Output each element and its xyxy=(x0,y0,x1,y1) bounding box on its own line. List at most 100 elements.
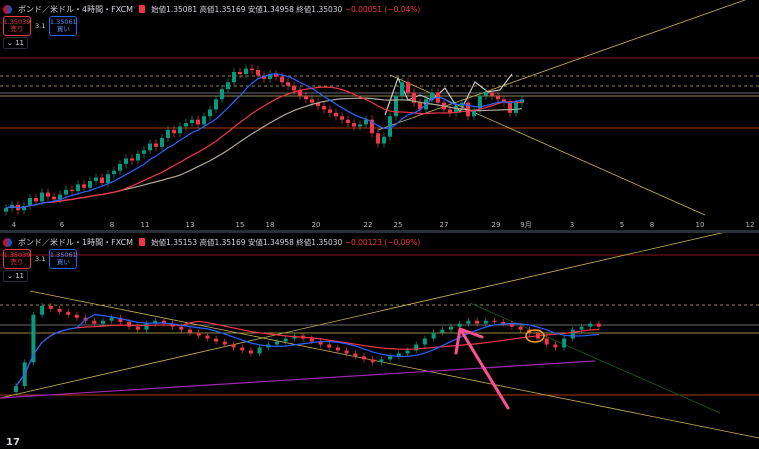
candle-body-1h xyxy=(127,321,132,327)
candle-body-4h xyxy=(352,123,356,127)
candle-body-1h xyxy=(570,329,575,339)
candle-body-4h xyxy=(226,82,230,90)
candle-body-4h xyxy=(112,170,116,175)
candle-body-4h xyxy=(178,126,182,134)
candle-body-1h xyxy=(231,344,236,348)
candle-body-4h xyxy=(322,106,326,110)
sell-button[interactable]: 1.35039 売り xyxy=(3,249,31,269)
chart-pane-4h[interactable]: 4 6 8 11 13 15 18 20 22 25 27 29 9月 3 5 8 10 12 ポンド／米ドル・4… xyxy=(0,0,759,230)
x-tick-label-4h: 8 xyxy=(110,221,114,229)
tradingview-logo[interactable]: 17 xyxy=(6,437,20,448)
candle-body-4h xyxy=(124,158,128,164)
candle-body-4h xyxy=(238,72,242,75)
candle-body-4h xyxy=(250,68,254,70)
indicator-toggle[interactable]: ⌄ 11 xyxy=(3,270,29,282)
x-tick-label-4h: 13 xyxy=(186,221,195,229)
chart-canvas-1h[interactable] xyxy=(0,233,759,449)
trendline-falling-1h xyxy=(29,290,759,439)
candle-body-4h xyxy=(328,109,332,113)
candle-body-4h xyxy=(334,112,338,117)
buy-button[interactable]: 1.35061 買い xyxy=(49,16,78,36)
candle-body-1h xyxy=(362,356,366,360)
candle-body-4h xyxy=(118,163,122,171)
candle-body-4h xyxy=(232,72,236,83)
candle-body-1h xyxy=(353,353,358,357)
candle-body-4h xyxy=(136,153,140,161)
candle-body-1h xyxy=(509,323,514,327)
candle-body-1h xyxy=(405,350,410,354)
candle-body-1h xyxy=(66,311,71,315)
candle-body-4h xyxy=(100,177,104,183)
candle-body-1h xyxy=(388,356,393,360)
indicator-toggle[interactable]: ⌄ 11 xyxy=(3,37,29,49)
candle-body-4h xyxy=(508,102,512,113)
candle-body-1h xyxy=(109,317,114,321)
candle-body-1h xyxy=(483,320,488,324)
currency-flag-icon xyxy=(3,4,12,14)
candle-body-1h xyxy=(188,329,192,333)
x-tick-label-4h: 27 xyxy=(440,221,449,229)
x-tick-label-4h: 10 xyxy=(696,221,705,229)
candle-body-4h xyxy=(40,192,44,202)
candle-body-4h xyxy=(310,99,314,103)
candle-body-4h xyxy=(166,129,170,139)
candle-body-4h xyxy=(214,99,218,110)
sell-button[interactable]: 1.35039 売り xyxy=(3,16,31,36)
candle-body-1h xyxy=(48,305,53,309)
candle-body-4h xyxy=(148,143,152,151)
candle-body-1h xyxy=(283,338,288,342)
candle-body-4h xyxy=(490,92,494,96)
chart-canvas-4h[interactable]: 4 6 8 11 13 15 18 20 22 25 27 29 9月 3 5 8 10 12 xyxy=(0,0,759,230)
symbol-header-1h: ポンド／米ドル・1時間・FXCM 始値1.35153 高値1.35169 安値1… xyxy=(3,235,420,249)
x-tick-label-4h: 15 xyxy=(236,221,245,229)
candle-body-1h xyxy=(588,323,593,327)
candle-body-1h xyxy=(431,332,436,339)
symbol-title[interactable]: ポンド／米ドル・1時間・FXCM xyxy=(18,237,133,248)
candle-body-4h xyxy=(196,119,200,125)
candle-body-4h xyxy=(106,174,110,183)
candle-body-1h xyxy=(344,350,349,354)
candle-body-1h xyxy=(553,344,558,348)
x-tick-label-4h: 25 xyxy=(394,221,403,229)
x-tick-label-4h: 6 xyxy=(60,221,65,229)
candle-body-4h xyxy=(88,180,92,188)
candle-body-1h xyxy=(309,338,314,342)
candle-body-1h xyxy=(475,320,480,324)
candle-body-4h xyxy=(94,177,98,181)
ohlc-readout: 始値1.35081 高値1.35169 安値1.34958 終値1.35030 … xyxy=(151,4,421,14)
candle-body-4h xyxy=(160,138,164,147)
x-tick-label-4h: 18 xyxy=(266,221,275,229)
candle-body-1h xyxy=(57,308,62,312)
candle-body-4h xyxy=(208,109,212,117)
candle-body-4h xyxy=(154,143,158,147)
market-status-icon xyxy=(139,5,146,13)
candle-body-1h xyxy=(135,326,140,330)
candle-body-4h xyxy=(70,189,74,192)
candle-body-1h xyxy=(422,338,427,345)
x-tick-label-4h: 12 xyxy=(746,221,755,229)
candle-body-4h xyxy=(340,116,344,120)
x-tick-label-4h: 3 xyxy=(570,221,574,229)
candle-body-4h xyxy=(220,89,224,100)
symbol-title[interactable]: ポンド／米ドル・4時間・FXCM xyxy=(18,4,133,15)
candle-body-4h xyxy=(46,192,50,197)
candle-body-4h xyxy=(358,124,362,127)
spread-value: 3.1 xyxy=(35,22,46,30)
candle-body-1h xyxy=(440,329,445,333)
candle-body-1h xyxy=(101,320,105,324)
ma-slow-1h xyxy=(15,320,599,387)
chart-pane-1h[interactable]: ポンド／米ドル・1時間・FXCM 始値1.35153 高値1.35169 安値1… xyxy=(0,233,759,449)
candle-body-4h xyxy=(376,133,380,144)
candle-body-1h xyxy=(74,314,79,318)
candle-body-4h xyxy=(394,95,398,117)
candle-body-1h xyxy=(544,338,549,345)
candle-body-1h xyxy=(214,338,219,342)
candle-body-1h xyxy=(518,326,523,330)
x-tick-label-4h: 9月 xyxy=(520,221,531,229)
candle-body-4h xyxy=(142,150,146,154)
buy-button[interactable]: 1.35061 買い xyxy=(49,249,78,269)
candle-body-1h xyxy=(92,320,97,324)
ohlc-readout: 始値1.35153 高値1.35169 安値1.34958 終値1.35030 … xyxy=(151,237,421,247)
trendline-rising-4h xyxy=(377,0,747,131)
candle-body-1h xyxy=(449,326,453,330)
